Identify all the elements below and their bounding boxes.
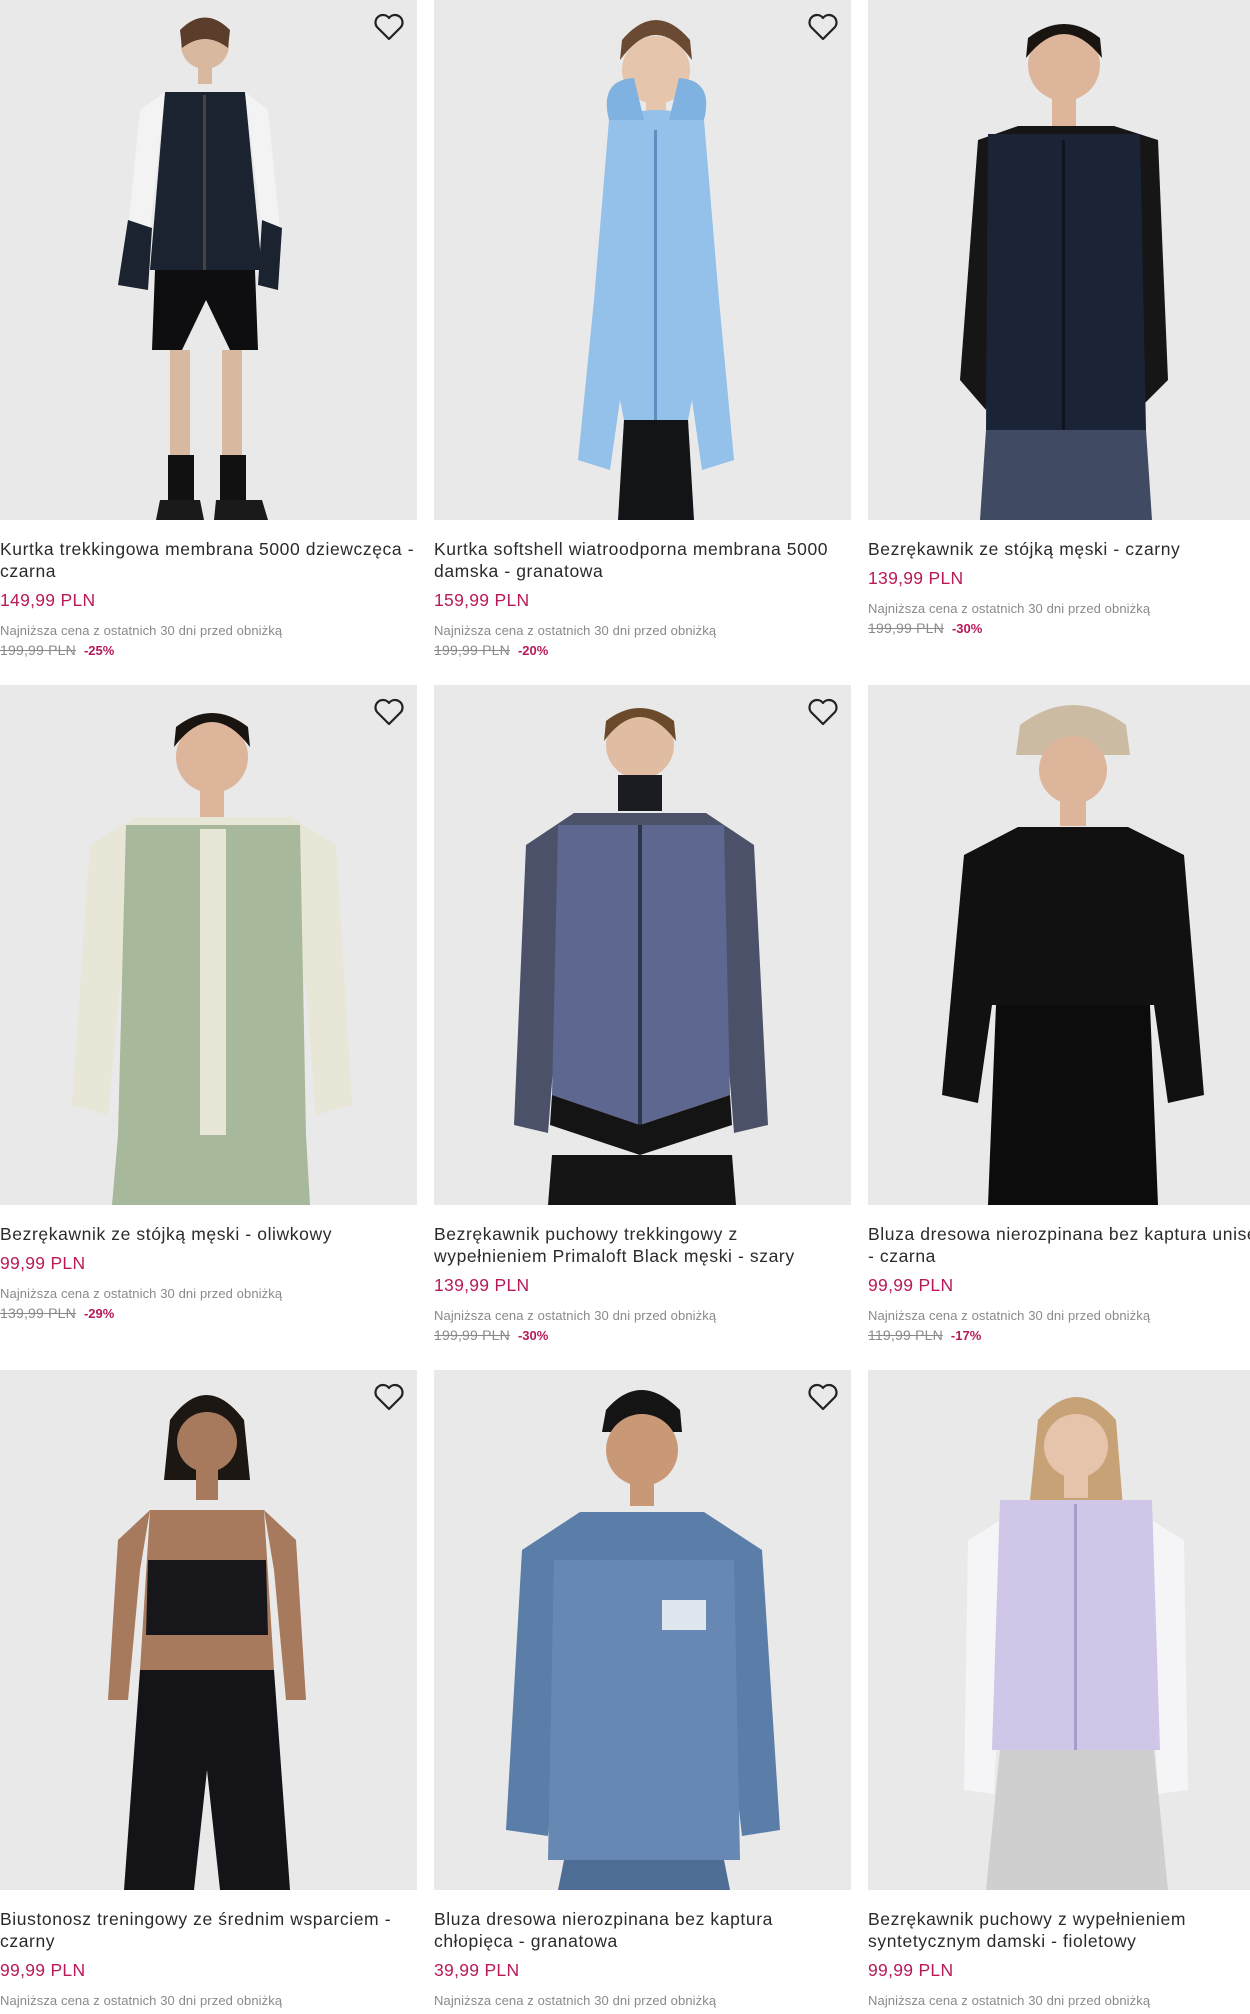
product-photo bbox=[960, 24, 1168, 520]
lowest-price-label: Najniższa cena z ostatnich 30 dni przed … bbox=[0, 1993, 283, 2008]
product-name[interactable]: Bezrękawnik puchowy trekkingowy z wypełn… bbox=[434, 1223, 851, 1267]
product-photo bbox=[964, 1397, 1188, 1890]
product-price: 139,99 PLN bbox=[434, 1275, 530, 1295]
product-name[interactable]: Biustonosz treningowy ze średnim wsparci… bbox=[0, 1908, 417, 1952]
product-name[interactable]: Bezrękawnik puchowy z wypełnieniem synte… bbox=[868, 1908, 1250, 1952]
lowest-price-label: Najniższa cena z ostatnich 30 dni przed … bbox=[0, 1286, 283, 1301]
product-image[interactable] bbox=[868, 0, 1250, 520]
old-price: 119,99 PLN bbox=[868, 1327, 943, 1343]
product-name[interactable]: Kurtka trekkingowa membrana 5000 dziewcz… bbox=[0, 538, 417, 582]
product-price: 99,99 PLN bbox=[0, 1960, 86, 1980]
product-image[interactable] bbox=[868, 685, 1250, 1205]
product-photo bbox=[108, 1395, 306, 1890]
product-name[interactable]: Bezrękawnik ze stójką męski - czarny bbox=[868, 538, 1250, 560]
product-info: Bezrękawnik puchowy z wypełnieniem synte… bbox=[868, 1890, 1250, 2008]
lowest-price-label: Najniższa cena z ostatnich 30 dni przed … bbox=[0, 623, 283, 638]
wishlist-button[interactable] bbox=[805, 695, 841, 729]
product-info: Bluza dresowa nierozpinana bez kaptura c… bbox=[434, 1890, 851, 2008]
product-photo bbox=[514, 708, 768, 1205]
product-info: Bezrękawnik ze stójką męski - oliwkowy 9… bbox=[0, 1205, 417, 1321]
wishlist-button[interactable] bbox=[805, 10, 841, 44]
product-info: Bezrękawnik puchowy trekkingowy z wypełn… bbox=[434, 1205, 851, 1343]
product-price: 99,99 PLN bbox=[868, 1275, 954, 1295]
old-price: 139,99 PLN bbox=[0, 1305, 76, 1321]
lowest-price-label: Najniższa cena z ostatnich 30 dni przed … bbox=[434, 1308, 717, 1323]
old-price-row: 199,99 PLN -30% bbox=[868, 620, 1250, 636]
product-card[interactable]: Kurtka softshell wiatroodporna membrana … bbox=[434, 0, 851, 658]
product-name[interactable]: Bezrękawnik ze stójką męski - oliwkowy bbox=[0, 1223, 417, 1245]
product-photo bbox=[72, 713, 352, 1205]
lowest-price-label: Najniższa cena z ostatnich 30 dni przed … bbox=[868, 601, 1151, 616]
product-card[interactable]: Bezrękawnik ze stójką męski - czarny 139… bbox=[868, 0, 1250, 636]
product-card[interactable]: Bezrękawnik ze stójką męski - oliwkowy 9… bbox=[0, 685, 417, 1321]
lowest-price-label: Najniższa cena z ostatnich 30 dni przed … bbox=[434, 623, 717, 638]
product-photo bbox=[942, 705, 1204, 1205]
product-card[interactable]: Bezrękawnik puchowy trekkingowy z wypełn… bbox=[434, 685, 851, 1343]
discount-badge: -30% bbox=[951, 621, 983, 636]
product-price: 139,99 PLN bbox=[868, 568, 964, 588]
lowest-price-label: Najniższa cena z ostatnich 30 dni przed … bbox=[868, 1308, 1151, 1323]
old-price-row: 199,99 PLN -25% bbox=[0, 642, 417, 658]
product-price: 159,99 PLN bbox=[434, 590, 530, 610]
heart-outline-icon bbox=[374, 1383, 404, 1411]
old-price-row: 139,99 PLN -29% bbox=[0, 1305, 417, 1321]
lowest-price-label: Najniższa cena z ostatnich 30 dni przed … bbox=[868, 1993, 1151, 2008]
product-price: 39,99 PLN bbox=[434, 1960, 520, 1980]
product-image[interactable] bbox=[0, 1370, 417, 1890]
product-card[interactable]: Bluza dresowa nierozpinana bez kaptura c… bbox=[434, 1370, 851, 2008]
product-card[interactable]: Bezrękawnik puchowy z wypełnieniem synte… bbox=[868, 1370, 1250, 2008]
lowest-price-label: Najniższa cena z ostatnich 30 dni przed … bbox=[434, 1993, 717, 2008]
product-name[interactable]: Bluza dresowa nierozpinana bez kaptura u… bbox=[868, 1223, 1250, 1267]
old-price: 199,99 PLN bbox=[0, 642, 76, 658]
product-name[interactable]: Bluza dresowa nierozpinana bez kaptura c… bbox=[434, 1908, 851, 1952]
old-price-row: 119,99 PLN -17% bbox=[868, 1327, 1250, 1343]
old-price-row: 199,99 PLN -20% bbox=[434, 642, 851, 658]
product-grid: Kurtka trekkingowa membrana 5000 dziewcz… bbox=[0, 0, 1250, 2014]
wishlist-button[interactable] bbox=[371, 10, 407, 44]
product-image[interactable] bbox=[434, 685, 851, 1205]
old-price: 199,99 PLN bbox=[868, 620, 944, 636]
product-photo bbox=[506, 1390, 780, 1890]
heart-outline-icon bbox=[808, 698, 838, 726]
discount-badge: -25% bbox=[83, 643, 115, 658]
heart-outline-icon bbox=[808, 1383, 838, 1411]
product-name[interactable]: Kurtka softshell wiatroodporna membrana … bbox=[434, 538, 851, 582]
old-price-row: 199,99 PLN -30% bbox=[434, 1327, 851, 1343]
product-image[interactable] bbox=[434, 1370, 851, 1890]
product-photo bbox=[578, 20, 734, 520]
product-photo bbox=[118, 17, 282, 520]
product-info: Kurtka softshell wiatroodporna membrana … bbox=[434, 520, 851, 658]
product-price: 99,99 PLN bbox=[868, 1960, 954, 1980]
wishlist-button[interactable] bbox=[371, 695, 407, 729]
product-price: 149,99 PLN bbox=[0, 590, 96, 610]
product-image[interactable] bbox=[434, 0, 851, 520]
discount-badge: -20% bbox=[517, 643, 549, 658]
product-info: Biustonosz treningowy ze średnim wsparci… bbox=[0, 1890, 417, 2008]
heart-outline-icon bbox=[808, 13, 838, 41]
wishlist-button[interactable] bbox=[805, 1380, 841, 1414]
heart-outline-icon bbox=[374, 13, 404, 41]
old-price: 199,99 PLN bbox=[434, 642, 510, 658]
product-card[interactable]: Biustonosz treningowy ze średnim wsparci… bbox=[0, 1370, 417, 2008]
old-price: 199,99 PLN bbox=[434, 1327, 510, 1343]
product-image[interactable] bbox=[0, 0, 417, 520]
product-price: 99,99 PLN bbox=[0, 1253, 86, 1273]
discount-badge: -30% bbox=[517, 1328, 549, 1343]
heart-outline-icon bbox=[374, 698, 404, 726]
product-card[interactable]: Kurtka trekkingowa membrana 5000 dziewcz… bbox=[0, 0, 417, 658]
wishlist-button[interactable] bbox=[371, 1380, 407, 1414]
product-card[interactable]: Bluza dresowa nierozpinana bez kaptura u… bbox=[868, 685, 1250, 1343]
product-info: Kurtka trekkingowa membrana 5000 dziewcz… bbox=[0, 520, 417, 658]
discount-badge: -17% bbox=[950, 1328, 982, 1343]
product-image[interactable] bbox=[0, 685, 417, 1205]
discount-badge: -29% bbox=[83, 1306, 115, 1321]
product-info: Bezrękawnik ze stójką męski - czarny 139… bbox=[868, 520, 1250, 636]
product-image[interactable] bbox=[868, 1370, 1250, 1890]
product-info: Bluza dresowa nierozpinana bez kaptura u… bbox=[868, 1205, 1250, 1343]
